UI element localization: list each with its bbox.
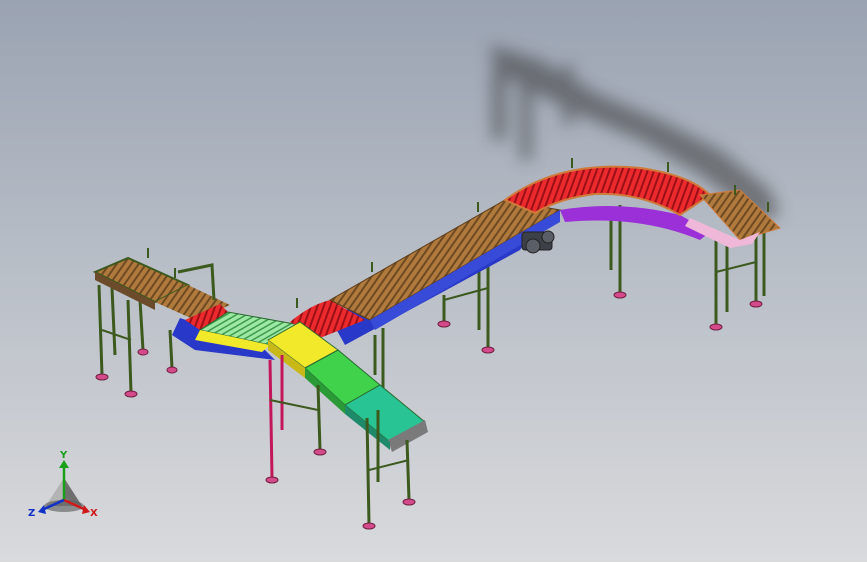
- y-axis-label: Y: [59, 450, 68, 461]
- axis-triad[interactable]: Y X Z: [24, 448, 104, 524]
- x-axis-label: X: [90, 508, 98, 519]
- z-axis-label: Z: [28, 508, 35, 519]
- conveyor-model[interactable]: [0, 0, 867, 562]
- drive-motor: [521, 230, 555, 254]
- cad-3d-viewport[interactable]: Y X Z: [0, 0, 867, 562]
